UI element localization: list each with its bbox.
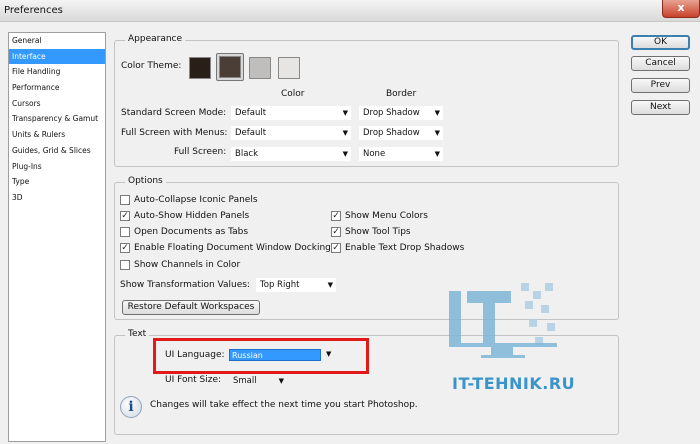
it-tehnik-logo (449, 283, 557, 358)
ok-button[interactable]: OK (631, 35, 690, 50)
text-legend: Text (125, 329, 150, 339)
appearance-group: Appearance Color Theme: Color Border Sta… (114, 34, 619, 167)
window-title: Preferences (4, 5, 63, 16)
prev-button[interactable]: Prev (631, 78, 690, 93)
transformation-label: Show Transformation Values: (120, 280, 250, 290)
full-screen-label: Full Screen: (174, 147, 227, 157)
full-screen-color-value: Black (235, 149, 258, 159)
full-screen-menus-label: Full Screen with Menus: (121, 128, 228, 138)
full-screen-menus-border-value: Drop Shadow (363, 128, 420, 138)
chevron-down-icon: ▼ (434, 109, 440, 117)
checkmark-icon: ✓ (120, 243, 130, 253)
full-screen-menus-color-select[interactable]: Default ▼ (231, 126, 351, 140)
info-icon: i (120, 396, 142, 418)
chevron-down-icon: ▼ (342, 109, 348, 117)
standard-mode-color-select[interactable]: Default ▼ (231, 106, 351, 120)
border-column-header: Border (386, 89, 417, 99)
sidebar-item-guides[interactable]: Guides, Grid & Slices (9, 143, 105, 159)
color-theme-label: Color Theme: (121, 61, 182, 71)
theme-swatch-4[interactable] (278, 57, 300, 79)
standard-mode-color-value: Default (235, 108, 267, 118)
sidebar-item-type[interactable]: Type (9, 174, 105, 190)
full-screen-menus-border-select[interactable]: Drop Shadow ▼ (359, 126, 443, 140)
title-bar: Preferences (0, 0, 700, 22)
category-list: General Interface File Handling Performa… (8, 32, 106, 442)
theme-swatch-2-selected[interactable] (216, 53, 244, 81)
standard-mode-label: Standard Screen Mode: (121, 108, 227, 118)
logo-letter-t-stem (483, 291, 495, 343)
floating-docking-label: Enable Floating Document Window Docking (134, 243, 331, 253)
sidebar-item-plugins[interactable]: Plug-Ins (9, 159, 105, 175)
checkbox-box (120, 260, 130, 270)
ui-font-size-select[interactable]: Small ▼ (229, 374, 287, 388)
highlight-frame (153, 338, 369, 374)
standard-mode-border-select[interactable]: Drop Shadow ▼ (359, 106, 443, 120)
auto-collapse-label: Auto-Collapse Iconic Panels (134, 195, 258, 205)
sidebar-item-transparency[interactable]: Transparency & Gamut (9, 111, 105, 127)
chevron-down-icon: ▼ (327, 281, 333, 289)
ui-font-size-label: UI Font Size: (165, 375, 222, 385)
checkmark-icon: ✓ (331, 211, 341, 221)
menu-colors-label: Show Menu Colors (345, 211, 428, 221)
theme-swatch-2 (219, 56, 241, 78)
full-screen-color-select[interactable]: Black ▼ (231, 147, 351, 161)
sidebar-item-file-handling[interactable]: File Handling (9, 64, 105, 80)
chevron-down-icon: ▼ (434, 150, 440, 158)
sidebar-item-interface[interactable]: Interface (9, 48, 105, 65)
checkmark-icon: ✓ (331, 227, 341, 237)
checkmark-icon: ✓ (120, 211, 130, 221)
checkbox-box (120, 227, 130, 237)
channels-color-label: Show Channels in Color (134, 260, 241, 270)
full-screen-border-value: None (363, 149, 386, 159)
chevron-down-icon: ▼ (342, 150, 348, 158)
sidebar-item-general[interactable]: General (9, 33, 105, 49)
appearance-legend: Appearance (125, 34, 186, 44)
next-button[interactable]: Next (631, 100, 690, 115)
full-screen-border-select[interactable]: None ▼ (359, 147, 443, 161)
close-button[interactable]: x (662, 0, 700, 18)
watermark-text: IT-TEHNIK.RU (452, 374, 576, 393)
open-tabs-label: Open Documents as Tabs (134, 227, 249, 237)
checkbox-box (120, 195, 130, 205)
restore-workspaces-button[interactable]: Restore Default Workspaces (122, 300, 260, 315)
standard-mode-border-value: Drop Shadow (363, 108, 420, 118)
transformation-value: Top Right (260, 280, 300, 290)
chevron-down-icon: ▼ (434, 129, 440, 137)
chevron-down-icon: ▼ (342, 129, 348, 137)
options-legend: Options (125, 176, 166, 186)
text-shadows-label: Enable Text Drop Shadows (345, 243, 465, 253)
theme-swatch-1[interactable] (189, 57, 211, 79)
cancel-button[interactable]: Cancel (631, 56, 690, 71)
sidebar-item-performance[interactable]: Performance (9, 80, 105, 96)
transformation-select[interactable]: Top Right ▼ (256, 278, 336, 292)
sidebar-item-units[interactable]: Units & Rulers (9, 127, 105, 143)
auto-show-label: Auto-Show Hidden Panels (134, 211, 250, 221)
sidebar-item-cursors[interactable]: Cursors (9, 96, 105, 112)
checkmark-icon: ✓ (331, 243, 341, 253)
ui-font-size-value: Small (233, 376, 257, 386)
info-message: Changes will take effect the next time y… (150, 400, 418, 410)
sidebar-item-3d[interactable]: 3D (9, 190, 105, 206)
chevron-down-icon: ▼ (278, 377, 284, 385)
color-column-header: Color (281, 89, 305, 99)
logo-letter-i (449, 291, 461, 343)
theme-swatch-3[interactable] (249, 57, 271, 79)
tool-tips-label: Show Tool Tips (345, 227, 411, 237)
full-screen-menus-color-value: Default (235, 128, 267, 138)
